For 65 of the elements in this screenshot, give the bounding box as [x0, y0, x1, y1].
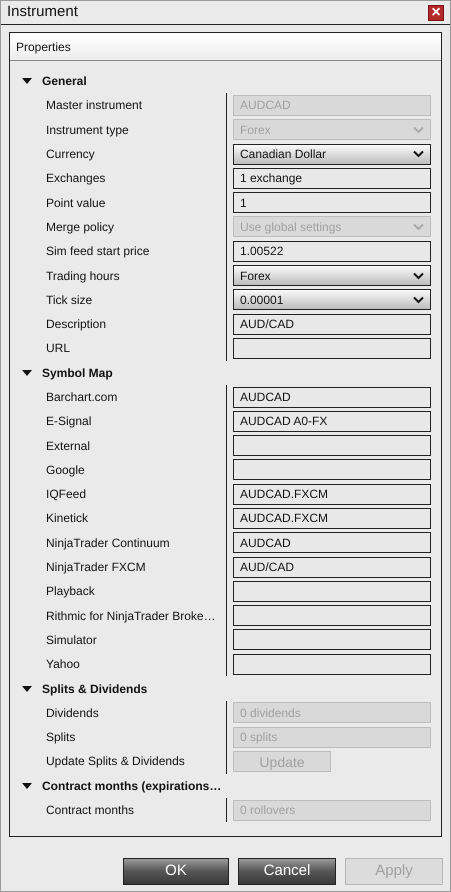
dropdown[interactable]: Forex — [233, 265, 431, 286]
collapse-triangle-icon[interactable] — [22, 78, 32, 84]
property-label: Sim feed start price — [45, 243, 150, 260]
input-field[interactable]: AUDCAD — [233, 532, 431, 554]
collapse-triangle-icon[interactable] — [22, 686, 32, 692]
property-label: Instrument type — [45, 122, 130, 139]
property-label: Splits — [45, 729, 76, 746]
property-label: E-Signal — [45, 413, 92, 430]
dropdown[interactable]: 0.00001 — [233, 289, 431, 310]
property-label: Point value — [45, 194, 106, 212]
input-field[interactable] — [233, 580, 431, 602]
property-label: Tick size — [45, 292, 94, 309]
input-field[interactable] — [233, 435, 431, 456]
chevron-down-icon — [413, 272, 424, 280]
property-label: Playback — [45, 583, 96, 600]
section-title: Contract months (expirations… — [42, 778, 222, 795]
property-label: Dividends — [45, 704, 100, 722]
property-label: NinjaTrader FXCM — [45, 559, 147, 576]
section-title: Symbol Map — [42, 364, 113, 382]
input-field[interactable] — [233, 629, 431, 650]
chevron-down-icon — [413, 150, 424, 158]
collapse-triangle-icon[interactable] — [22, 370, 32, 376]
section-title: Splits & Dividends — [42, 680, 148, 698]
property-label: Barchart.com — [45, 389, 118, 406]
property-label: Exchanges — [45, 170, 106, 188]
property-label: Currency — [45, 146, 96, 164]
dialog-button[interactable]: OK — [123, 858, 229, 885]
dropdown[interactable]: Canadian Dollar — [233, 144, 431, 165]
input-field[interactable]: 1 exchange — [233, 168, 431, 189]
dialog-button[interactable]: Cancel — [238, 858, 336, 885]
close-button[interactable]: × — [428, 4, 444, 20]
property-label: Trading hours — [45, 268, 121, 285]
input-field[interactable] — [233, 338, 431, 359]
property-label: Contract months — [45, 802, 136, 820]
input-field[interactable]: 1 — [233, 192, 431, 214]
property-label: NinjaTrader Continuum — [45, 534, 171, 552]
input-field[interactable]: AUDCAD — [233, 386, 431, 408]
chevron-down-icon — [413, 296, 424, 304]
input-field[interactable] — [233, 605, 431, 626]
chevron-down-icon — [413, 126, 424, 134]
property-label: URL — [45, 340, 72, 358]
input-field[interactable]: AUDCAD.FXCM — [233, 508, 431, 529]
property-label: Rithmic for NinjaTrader Broke… — [45, 608, 217, 625]
property-label: Google — [45, 462, 86, 479]
input-field[interactable] — [233, 459, 431, 480]
property-label: External — [45, 438, 92, 455]
input-field[interactable] — [233, 654, 431, 675]
property-label: Master instrument — [45, 97, 144, 114]
panel-title: Properties — [16, 38, 71, 56]
section-title: General — [42, 73, 87, 90]
property-label: Simulator — [45, 632, 98, 649]
property-label: Merge policy — [45, 218, 116, 236]
property-label: Description — [45, 316, 108, 334]
input-field[interactable]: AUDCAD A0-FX — [233, 410, 431, 432]
input-field[interactable]: AUDCAD.FXCM — [233, 484, 431, 505]
property-label: Kinetick — [45, 510, 90, 528]
input-field[interactable]: AUD/CAD — [233, 314, 431, 335]
property-label: Yahoo — [45, 656, 81, 674]
collapse-triangle-icon[interactable] — [22, 782, 32, 789]
input-field[interactable]: 1.00522 — [233, 240, 431, 262]
chevron-down-icon — [413, 222, 424, 231]
window-title: Instrument — [7, 2, 78, 22]
property-label: Update Splits & Dividends — [45, 753, 186, 770]
input-field[interactable]: AUD/CAD — [233, 556, 431, 578]
property-label: IQFeed — [45, 486, 88, 504]
